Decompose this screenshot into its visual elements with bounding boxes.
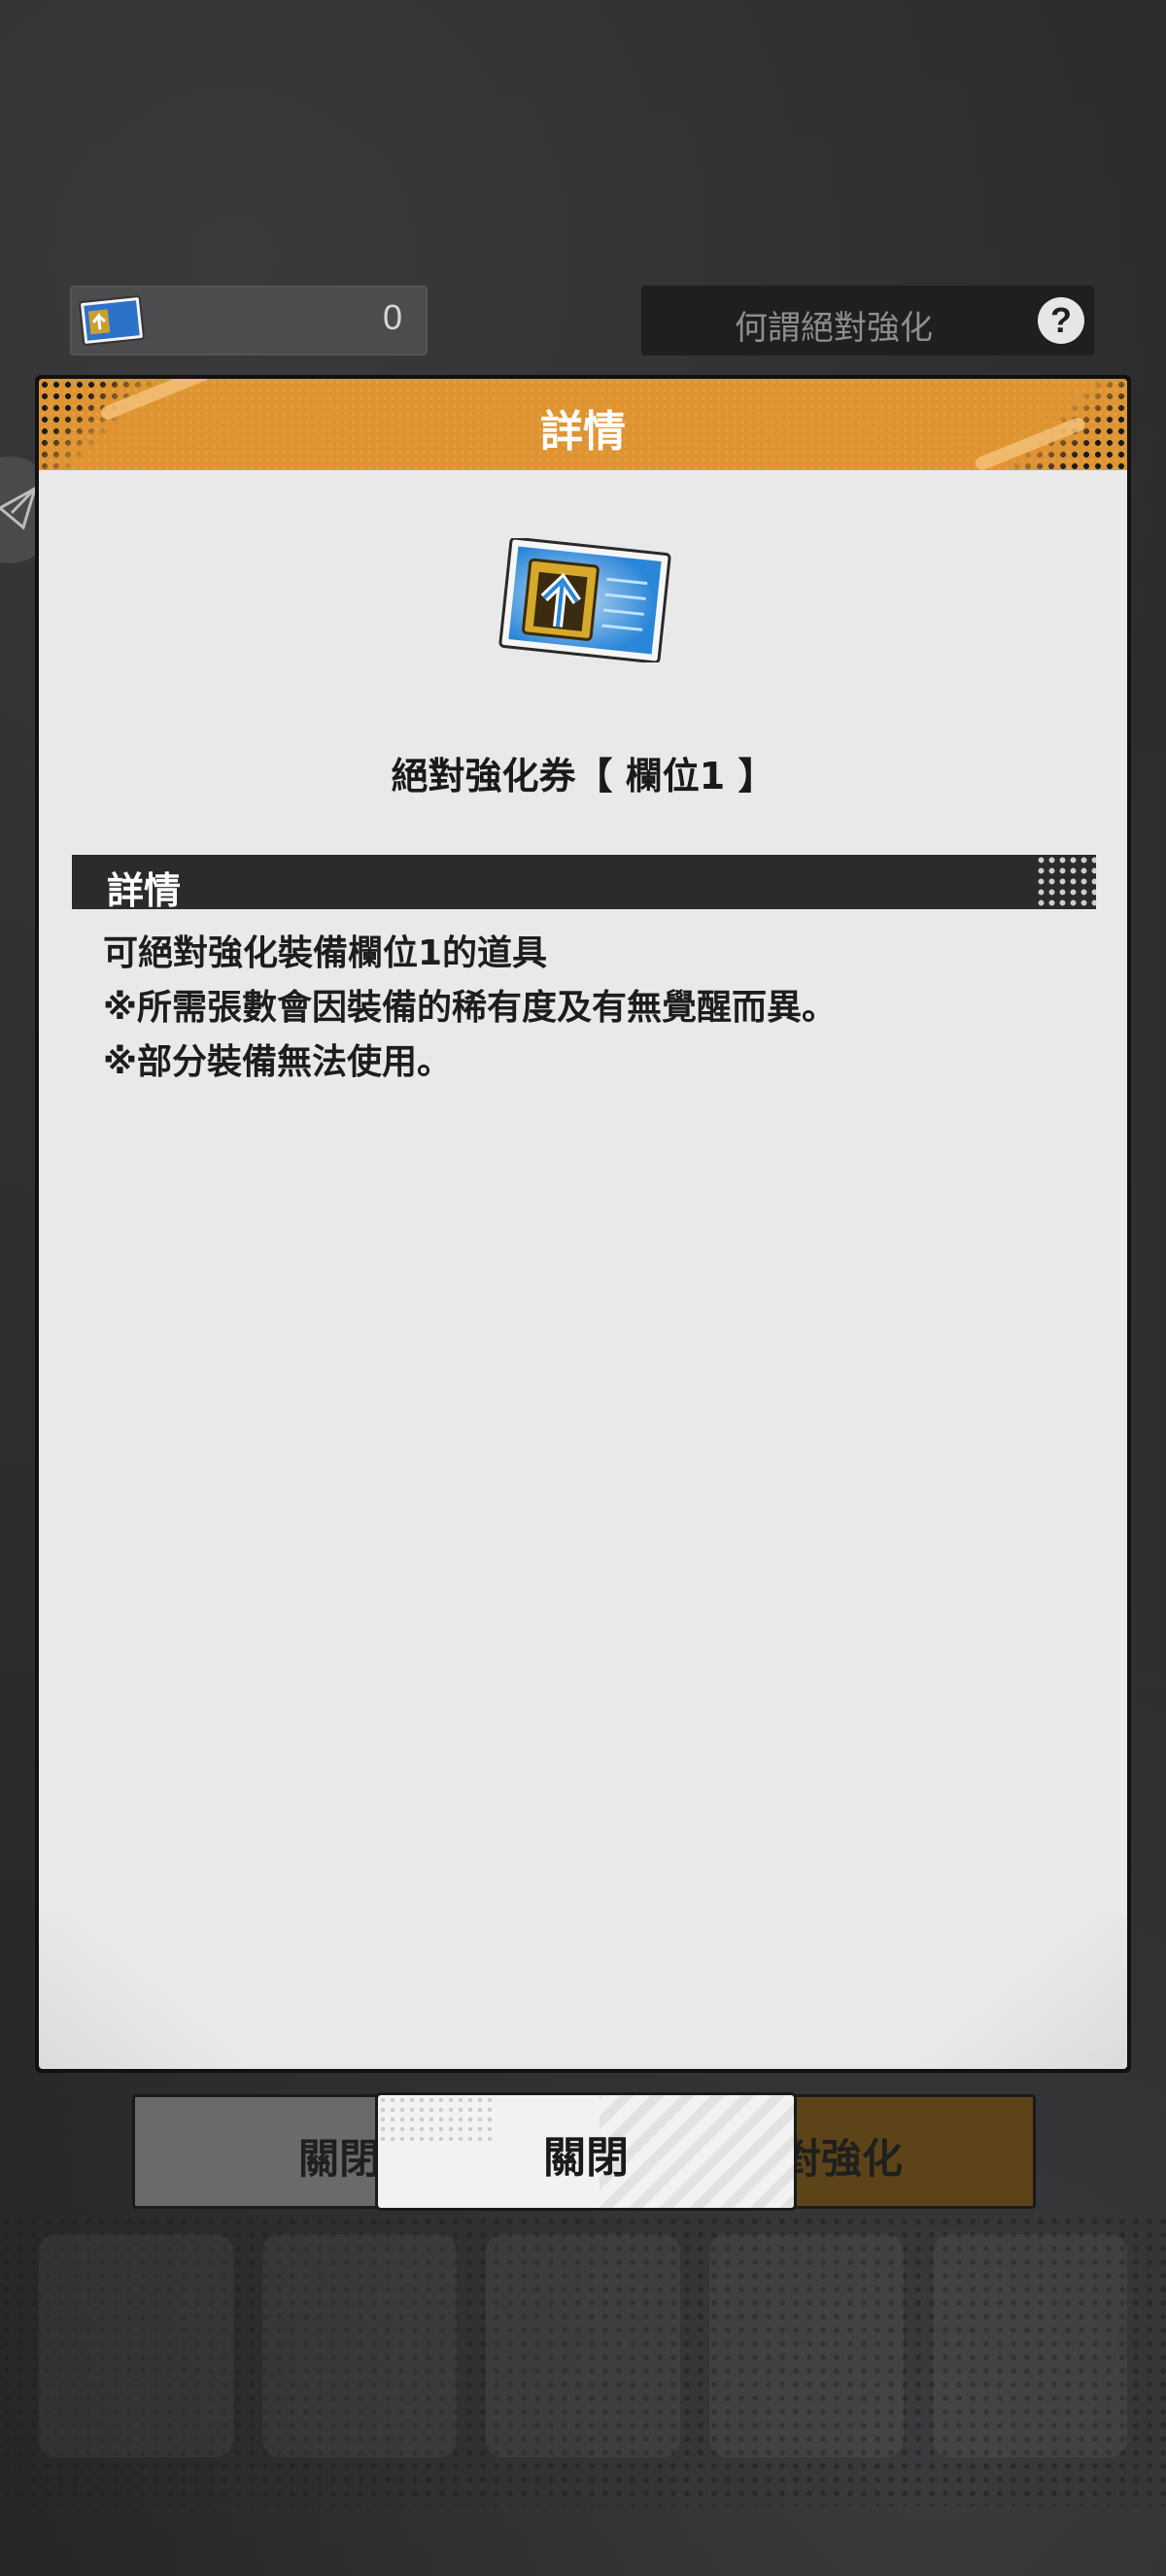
help-button-label: 何謂絕對強化 — [735, 309, 933, 348]
ticket-counter: 0 — [70, 286, 428, 356]
help-button[interactable]: 何謂絕對強化 ? — [641, 286, 1094, 356]
description-line: 可絕對強化裝備欄位1的道具 — [103, 933, 548, 973]
background-slot — [709, 2234, 904, 2457]
dialog-title: 詳情 — [540, 407, 626, 457]
background-slot — [39, 2234, 233, 2457]
background-enhance-label: 對強化 — [780, 2135, 904, 2183]
detail-dialog: 詳情 絕對強化券【 欄位1 】 詳情 可絕對強化裝備欄位1的道具 ※所需張數會因… — [35, 375, 1131, 2073]
ticket-icon — [79, 295, 145, 346]
background-slot — [486, 2234, 680, 2457]
item-name: 絕對強化券【 欄位1 】 — [391, 755, 775, 797]
close-button[interactable]: 關閉 — [375, 2092, 797, 2211]
question-mark-icon: ? — [1038, 297, 1084, 344]
ticket-count: 0 — [382, 297, 402, 337]
description-line: ※所需張數會因裝備的稀有度及有無覺醒而異。 — [103, 988, 837, 1028]
panel-decoration-left — [39, 1914, 253, 2069]
dialog-header: 詳情 — [39, 379, 1127, 472]
background-slot — [262, 2234, 457, 2457]
dialog-panel: 詳情 絕對強化券【 欄位1 】 詳情 可絕對強化裝備欄位1的道具 ※所需張數會因… — [39, 379, 1127, 2069]
background-slot — [933, 2234, 1127, 2457]
section-header-label: 詳情 — [107, 869, 182, 912]
absolute-enhance-ticket-icon — [498, 538, 671, 662]
description-line: ※部分裝備無法使用。 — [103, 1042, 452, 1082]
section-header-pattern — [1036, 855, 1096, 909]
item-description: 可絕對強化裝備欄位1的道具 ※所需張數會因裝備的稀有度及有無覺醒而異。 ※部分裝… — [103, 927, 1088, 1090]
close-button-label: 關閉 — [543, 2133, 629, 2183]
section-header: 詳情 — [72, 855, 1096, 912]
paper-plane-icon — [0, 486, 37, 530]
panel-decoration-right — [913, 1914, 1127, 2069]
background-close-label: 關閉 — [298, 2135, 381, 2183]
